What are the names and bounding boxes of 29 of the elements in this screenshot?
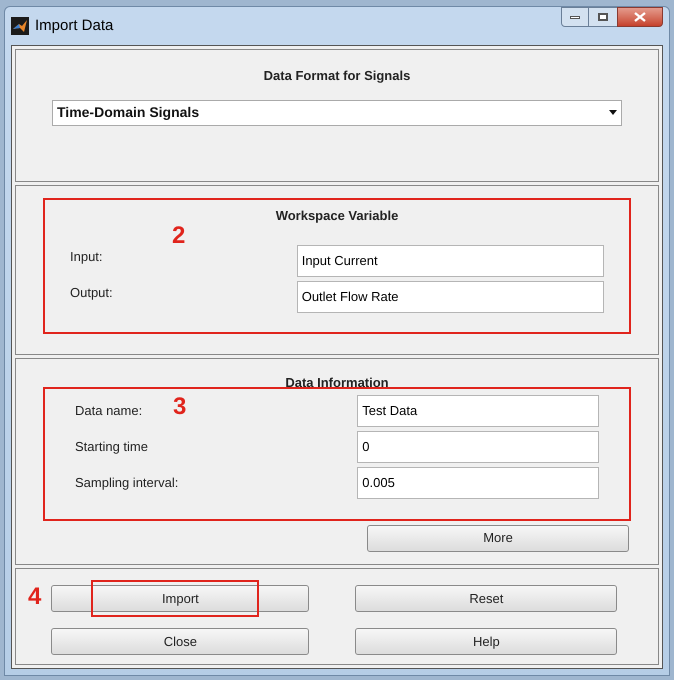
panel-title: Workspace Variable [276, 207, 398, 225]
panel-title: Data Format for Signals [264, 67, 410, 85]
field-label: Sampling interval: [75, 474, 178, 490]
dropdown-arrow-icon [609, 110, 617, 115]
field-label: Output: [70, 284, 113, 300]
close-button[interactable] [617, 7, 663, 27]
dialog-button[interactable]: Help [355, 628, 618, 655]
minimize-button[interactable] [561, 7, 589, 27]
annotation-number: 4 [28, 585, 42, 609]
text-field[interactable]: Outlet Flow Rate [296, 280, 604, 312]
maximize-button[interactable] [589, 7, 617, 27]
field-label: Starting time [75, 438, 148, 454]
dialog-button[interactable]: Reset [355, 585, 618, 612]
text-field[interactable]: Test Data [357, 394, 599, 426]
window-title: Import Data [35, 16, 114, 36]
annotation-number: 2 [172, 224, 186, 248]
app-logo-icon [11, 17, 29, 35]
field-label: Input: [70, 248, 103, 264]
field-label: Data name: [75, 402, 142, 418]
text-field[interactable]: Input Current [296, 244, 604, 276]
text-field[interactable]: 0.005 [357, 466, 599, 498]
panel-title: Data Information [285, 374, 389, 392]
format-dropdown[interactable]: Time-Domain Signals [52, 100, 622, 126]
annotation-number: 3 [173, 394, 186, 418]
close-icon [634, 12, 646, 22]
text-field[interactable]: 0 [357, 430, 599, 462]
dialog-button[interactable]: Close [51, 628, 310, 655]
more-button[interactable]: More [367, 524, 629, 552]
dialog-button[interactable]: Import [51, 585, 310, 612]
